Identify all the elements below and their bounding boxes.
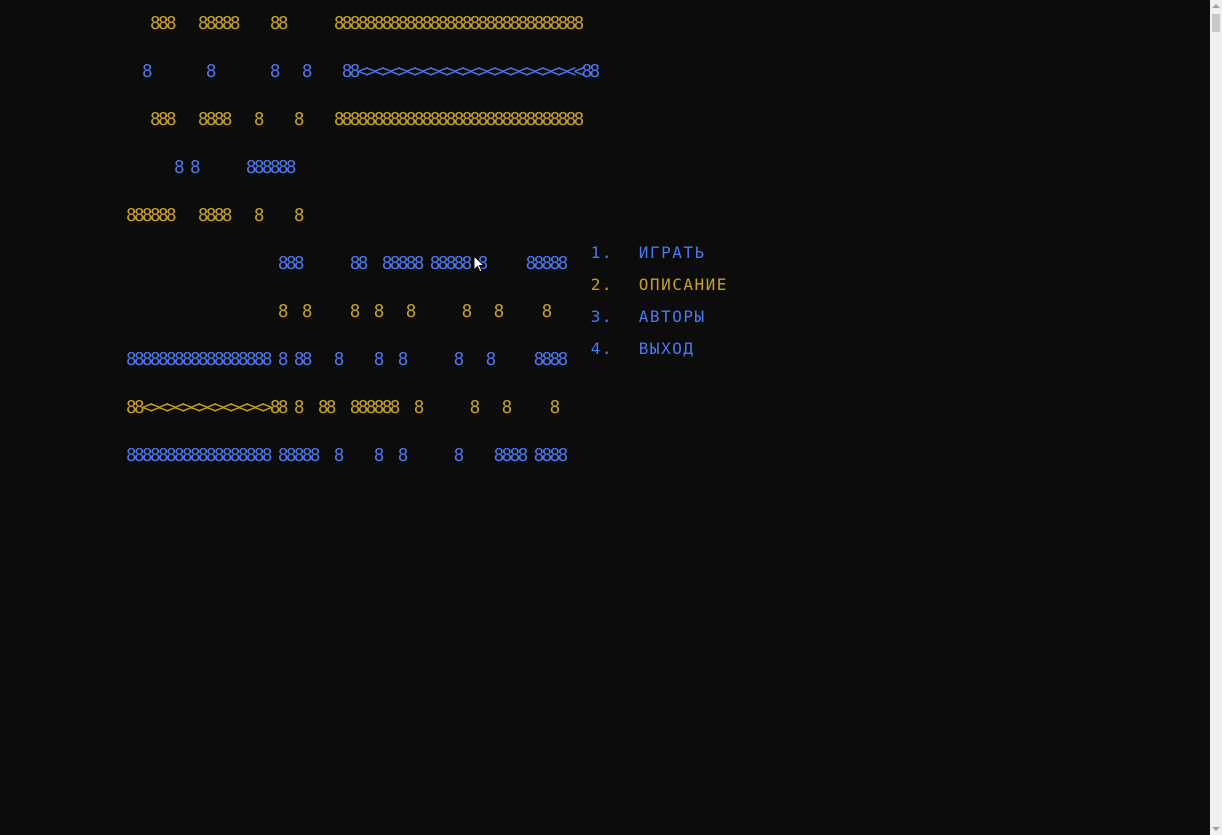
logo-segment: 8888888888888888888888888888888	[333, 14, 584, 34]
menu-item-label: ВЫХОД	[638, 339, 695, 358]
logo-line: 888 8888 8 8 888888888888888888888888888…	[126, 110, 598, 130]
game-screen: 888 88888 88 888888888888888888888888888…	[0, 0, 1222, 835]
logo-segment: 8 8 8 8	[126, 62, 342, 82]
scroll-down-icon[interactable]	[1212, 827, 1220, 831]
logo-segment: 8 8 888888	[126, 158, 296, 178]
menu-item-number: 1.	[590, 243, 614, 262]
logo-segment: 888 88 88888 88888 8 88888	[126, 254, 568, 274]
logo-line: 8 8 8 8 88<><><><><><><><><><><><><><<88	[126, 62, 600, 82]
logo-segment: 8888888888888888888888888888888	[333, 110, 584, 130]
menu-item-number: 4.	[590, 339, 614, 358]
logo-segment: 88<><><><><><><><>88	[126, 398, 288, 418]
menu-item-play[interactable]: 1. ИГРАТЬ	[524, 220, 728, 262]
menu-item-label: ИГРАТЬ	[638, 243, 706, 262]
vertical-scrollbar[interactable]	[1210, 0, 1222, 835]
menu-item-number: 2.	[590, 275, 614, 294]
scrollbar-thumb[interactable]	[1212, 14, 1220, 32]
logo-segment: 88<><><><><><><><><><><><><><<88	[341, 62, 600, 82]
scroll-up-icon[interactable]	[1212, 4, 1220, 8]
menu-item-number: 3.	[590, 307, 614, 326]
mouse-pointer-icon	[473, 255, 486, 273]
logo-line: 88<><><><><><><><>88 8 88 888888 8 8 8 8	[126, 398, 598, 418]
logo-segment: 8 88 888888 8 8 8 8	[285, 398, 560, 418]
logo-segment: 888 88888 88	[126, 14, 334, 34]
logo-line: 888888888888888888 88888 8 8 8 8 8888 88…	[126, 446, 598, 466]
main-menu: 1. ИГРАТЬ 2. ОПИСАНИЕ 3. АВТОРЫ 4. ВЫХОД	[524, 220, 728, 358]
logo-segment: 8 8 8 8 8 8 8 8	[126, 302, 552, 322]
logo-segment: 888888888888888888 88888 8 8 8 8 8888 88…	[126, 446, 568, 466]
logo-segment: 888888 8888 8 8	[126, 206, 304, 226]
logo-line: 8 8 888888	[126, 158, 598, 178]
logo-segment: 888888888888888888 8 88 8 8 8 8 8 8888	[126, 350, 568, 370]
logo-segment: 888 8888 8 8	[126, 110, 334, 130]
menu-item-label: АВТОРЫ	[638, 307, 706, 326]
menu-item-label: ОПИСАНИЕ	[638, 275, 728, 294]
logo-line: 888 88888 88 888888888888888888888888888…	[126, 14, 598, 34]
